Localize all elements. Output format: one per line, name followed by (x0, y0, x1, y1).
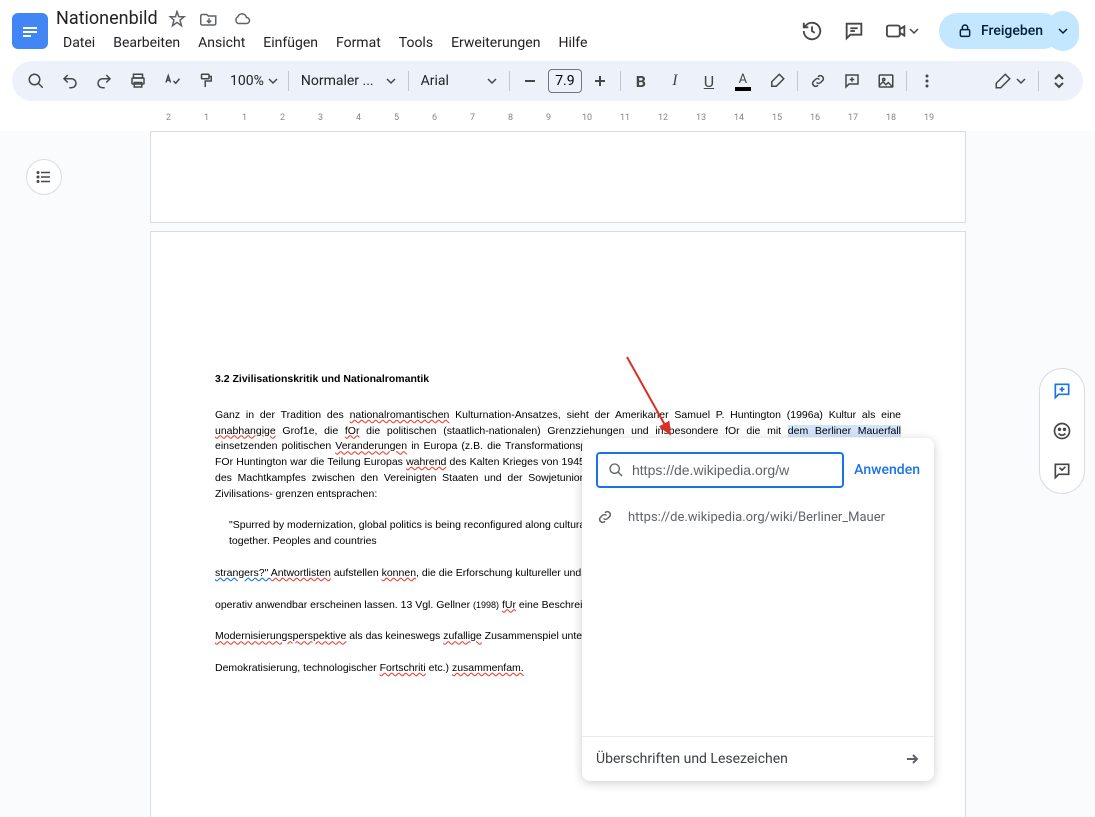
arrow-right-icon (904, 751, 920, 767)
insert-link-icon[interactable] (802, 65, 834, 97)
move-icon[interactable] (200, 10, 218, 28)
star-icon[interactable] (168, 10, 186, 28)
undo-icon[interactable] (54, 65, 86, 97)
font-size-input[interactable]: 7.9 (548, 69, 582, 93)
headings-bookmarks-button[interactable]: Überschriften und Lesezeichen (582, 736, 934, 781)
spellcheck-icon[interactable] (156, 65, 188, 97)
insert-link-popup: Anwenden https://de.wikipedia.org/wiki/B… (582, 438, 934, 781)
selected-link-text: dem Berliner Mauerfall (788, 425, 901, 437)
menu-bar: Datei Bearbeiten Ansicht Einfügen Format… (56, 33, 793, 53)
add-emoji-side-button[interactable] (1044, 413, 1080, 449)
docs-logo[interactable] (12, 13, 48, 49)
paint-format-icon[interactable] (190, 65, 222, 97)
print-icon[interactable] (122, 65, 154, 97)
search-menus-icon[interactable] (20, 65, 52, 97)
menu-einfuegen[interactable]: Einfügen (256, 33, 325, 53)
share-label: Freigeben (981, 23, 1043, 39)
page-previous[interactable] (150, 131, 966, 223)
cloud-status-icon[interactable] (232, 10, 252, 28)
link-url-input[interactable] (632, 462, 832, 478)
document-title[interactable]: Nationenbild (56, 8, 158, 29)
link-search-field[interactable] (596, 452, 844, 488)
zoom-select[interactable]: 100% (224, 73, 284, 89)
font-select[interactable]: Arial (413, 73, 505, 89)
menu-erweiterungen[interactable]: Erweiterungen (444, 33, 547, 53)
share-dropdown[interactable] (1047, 11, 1079, 51)
insert-image-icon[interactable] (870, 65, 902, 97)
editing-mode-select[interactable] (986, 72, 1034, 90)
bold-icon[interactable]: B (625, 65, 657, 97)
suggest-side-button[interactable] (1044, 453, 1080, 489)
document-outline-button[interactable] (26, 159, 62, 195)
horizontal-ruler[interactable]: 2 1 1 2 3 4 5 6 7 8 9 10 11 12 13 14 15 … (158, 109, 967, 131)
menu-hilfe[interactable]: Hilfe (551, 33, 594, 53)
highlight-color-icon[interactable] (761, 65, 793, 97)
menu-ansicht[interactable]: Ansicht (191, 33, 252, 53)
decrease-font-icon[interactable] (514, 65, 546, 97)
add-comment-side-button[interactable] (1044, 373, 1080, 409)
more-tools-icon[interactable] (911, 65, 943, 97)
apply-link-button[interactable]: Anwenden (854, 462, 920, 478)
menu-datei[interactable]: Datei (56, 33, 102, 53)
menu-format[interactable]: Format (329, 33, 388, 53)
menu-bearbeiten[interactable]: Bearbeiten (106, 33, 187, 53)
toolbar: 100% Normaler ... Arial 7.9 B I U A (12, 61, 1083, 101)
side-action-buttons (1039, 368, 1085, 494)
history-icon[interactable] (801, 20, 823, 42)
link-icon (596, 508, 614, 526)
link-suggestion-text: https://de.wikipedia.org/wiki/Berliner_M… (628, 510, 885, 525)
search-icon (608, 462, 624, 478)
italic-icon[interactable]: I (659, 65, 691, 97)
increase-font-icon[interactable] (584, 65, 616, 97)
link-suggestion-item[interactable]: https://de.wikipedia.org/wiki/Berliner_M… (582, 498, 934, 536)
paragraph-style-select[interactable]: Normaler ... (293, 73, 404, 89)
redo-icon[interactable] (88, 65, 120, 97)
meet-icon[interactable] (885, 20, 919, 42)
collapse-panel-icon[interactable] (1043, 65, 1075, 97)
section-heading: 3.2 Zivilisationskritik und Nationalroma… (215, 372, 901, 388)
underline-icon[interactable]: U (693, 65, 725, 97)
share-button[interactable]: Freigeben (939, 13, 1061, 49)
add-comment-icon[interactable] (836, 65, 868, 97)
menu-tools[interactable]: Tools (392, 33, 440, 53)
comments-icon[interactable] (843, 20, 865, 42)
text-color-icon[interactable]: A (727, 65, 759, 97)
